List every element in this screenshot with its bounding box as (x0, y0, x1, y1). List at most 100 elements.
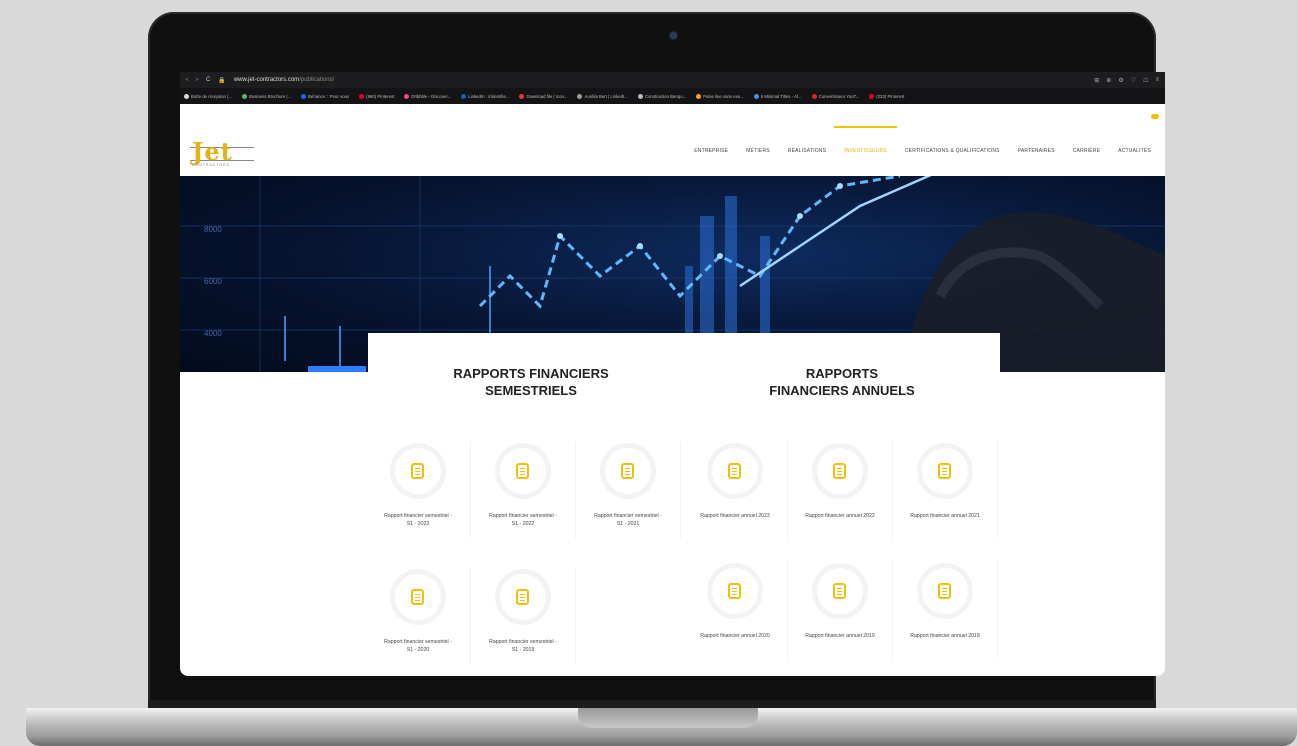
report-label: Rapport financier semestriel - S1 - 2022 (471, 512, 575, 528)
report-label-line1: Rapport financier annuel 2022 (805, 513, 875, 519)
report-label: Rapport financier semestriel - S1 - 2020 (366, 638, 470, 654)
bookmark-favicon-icon (577, 93, 583, 99)
bookmark-label: Dribbble - Discover... (411, 93, 452, 99)
bookmark-item[interactable]: Business Brochure |... (242, 93, 291, 99)
semestrial-title-line2: SEMESTRIELS (485, 383, 577, 398)
nav-item[interactable]: MÉTIERS (746, 148, 770, 154)
report-label: Rapport financier annuel 2019 (788, 632, 892, 640)
annual-title-line1: RAPPORTS (805, 366, 879, 381)
bookmark-favicon-icon (811, 93, 817, 99)
nav-item[interactable]: CARRIÈRE (1073, 148, 1100, 154)
language-toggle[interactable] (1151, 114, 1159, 119)
document-icon (411, 589, 424, 605)
screen: ‹ › C 🔒 www.jet-contractors.com/publicat… (180, 72, 1165, 676)
browser-tool-icon[interactable]: ≡ (1155, 77, 1159, 84)
browser-tool-icon[interactable]: ⊕ (1106, 77, 1111, 84)
laptop-base-notch (578, 708, 758, 728)
bookmark-item[interactable]: 6 Minimal Titles - Af... (753, 93, 802, 99)
url-host: www.jet-contractors.com (233, 77, 300, 83)
semestrial-reports-title[interactable]: RAPPORTS FINANCIERS SEMESTRIELS (421, 365, 641, 399)
browser-tool-icon[interactable]: ☖ (1143, 77, 1148, 84)
report-label-line1: Rapport financier annuel 2021 (910, 513, 980, 519)
document-icon (621, 463, 634, 479)
bookmark-label: 6 Minimal Titles - Af... (760, 93, 802, 99)
browser-tool-icon[interactable]: ⚙ (1118, 77, 1123, 84)
browser-tool-icon[interactable]: ⊞ (1094, 77, 1099, 84)
nav-item[interactable]: CERTIFICATIONS & QUALIFICATIONS (905, 148, 1000, 154)
browser-toolbar: ‹ › C 🔒 www.jet-contractors.com/publicat… (180, 72, 1165, 88)
bookmark-item[interactable]: Convertisseur YouT... (811, 93, 859, 99)
card-divider (575, 568, 576, 664)
hero-tick-4000: 4000 (204, 329, 222, 338)
annual-reports-title[interactable]: RAPPORTS FINANCIERS ANNUELS (732, 365, 952, 399)
bookmark-label: (980) Pinterest (366, 93, 395, 99)
report-card[interactable]: Rapport financier semestriel - S1 - 2021 (576, 438, 680, 548)
card-divider (997, 562, 998, 658)
report-card[interactable]: Rapport financier semestriel - S1 - 2022 (471, 438, 575, 548)
report-card[interactable]: Rapport financier annuel 2023 (683, 438, 787, 548)
reports-title-box: RAPPORTS FINANCIERS SEMESTRIELS RAPPORTS… (368, 333, 1000, 413)
report-label-line2: S1 - 2020 (406, 647, 430, 653)
bookmark-item[interactable]: Pulse line vans exe... (696, 93, 744, 99)
report-label-line1: Rapport financier semestriel - (489, 639, 557, 645)
report-card[interactable]: Rapport financier annuel 2019 (788, 558, 892, 668)
report-card[interactable]: Rapport financier semestriel - S1 - 2020 (366, 564, 470, 674)
report-label-line2: S1 - 2023 (406, 521, 430, 527)
bookmark-item[interactable]: Aurélia Bert | LinkedI... (577, 93, 628, 99)
logo-subtitle: CONTRACTORS (192, 163, 230, 167)
browser-tools: ⊞ ⊕ ⚙ ♡ ☖ ≡ (1094, 77, 1159, 84)
document-icon (728, 583, 741, 599)
bookmark-item[interactable]: (980) Pinterest (359, 93, 395, 99)
back-icon[interactable]: ‹ (186, 77, 188, 83)
bookmark-item[interactable]: LinkedIn : s'identifie... (461, 93, 509, 99)
url-path: /publications/ (299, 77, 335, 83)
bookmark-item[interactable]: Boîte de réception (... (184, 93, 232, 99)
report-label: Rapport financier annuel 2023 (683, 512, 787, 520)
bookmark-item[interactable]: (233) Pinterest (869, 93, 904, 99)
report-label-line1: Rapport financier annuel 2020 (700, 633, 770, 639)
nav-item[interactable]: ENTREPRISE (694, 148, 728, 154)
document-icon (728, 463, 741, 479)
report-card[interactable]: Rapport financier annuel 2018 (893, 558, 997, 668)
report-label-line2: S1 - 2019 (511, 647, 535, 653)
bookmark-favicon-icon (519, 93, 525, 99)
nav-item[interactable]: PARTENAIRES (1018, 148, 1055, 154)
report-label: Rapport financier semestriel - S1 - 2023 (366, 512, 470, 528)
bookmark-item[interactable]: Behance :: Pour vous (301, 93, 349, 99)
reload-icon[interactable]: C (206, 77, 210, 83)
report-card[interactable]: Rapport financier semestriel - S1 - 2023 (366, 438, 470, 548)
bookmark-favicon-icon (753, 93, 759, 99)
report-label-line1: Rapport financier semestriel - (489, 513, 557, 519)
bookmark-favicon-icon (242, 93, 248, 99)
bookmarks-bar: Boîte de réception (... Business Brochure… (180, 88, 1165, 104)
bookmark-favicon-icon (184, 93, 189, 99)
bookmark-label: Download file | Icon... (526, 93, 568, 99)
report-label-line1: Rapport financier semestriel - (384, 513, 452, 519)
browser-tool-icon[interactable]: ♡ (1131, 77, 1136, 84)
report-label-line1: Rapport financier semestriel - (594, 513, 662, 519)
report-label-line2: S1 - 2022 (511, 521, 535, 527)
bookmark-item[interactable]: Construction Banqu... (637, 93, 686, 99)
bookmark-item[interactable]: Dribbble - Discover... (404, 93, 452, 99)
report-label: Rapport financier semestriel - S1 - 2021 (576, 512, 680, 528)
report-card[interactable]: Rapport financier annuel 2022 (788, 438, 892, 548)
card-divider (680, 442, 681, 538)
bookmark-favicon-icon (461, 93, 467, 99)
nav-item[interactable]: RÉALISATIONS (788, 148, 826, 154)
document-icon (833, 463, 846, 479)
address-bar[interactable]: www.jet-contractors.com/publications/ (234, 77, 334, 83)
site-logo[interactable]: Jet (192, 137, 233, 166)
bookmark-favicon-icon (301, 93, 307, 99)
nav-item[interactable]: ACTUALITÉS (1118, 148, 1151, 154)
report-card[interactable]: Rapport financier annuel 2021 (893, 438, 997, 548)
annual-title-line2: FINANCIERS ANNUELS (769, 383, 915, 398)
report-card[interactable]: Rapport financier annuel 2020 (683, 558, 787, 668)
document-icon (411, 463, 424, 479)
report-label-line1: Rapport financier semestriel - (384, 639, 452, 645)
bookmark-label: Aurélia Bert | LinkedI... (584, 93, 628, 99)
bookmark-favicon-icon (637, 93, 643, 99)
forward-icon[interactable]: › (196, 77, 198, 83)
nav-item[interactable]: INVESTISSEURS (834, 126, 897, 154)
bookmark-item[interactable]: Download file | Icon... (519, 93, 568, 99)
report-card[interactable]: Rapport financier semestriel - S1 - 2019 (471, 564, 575, 674)
